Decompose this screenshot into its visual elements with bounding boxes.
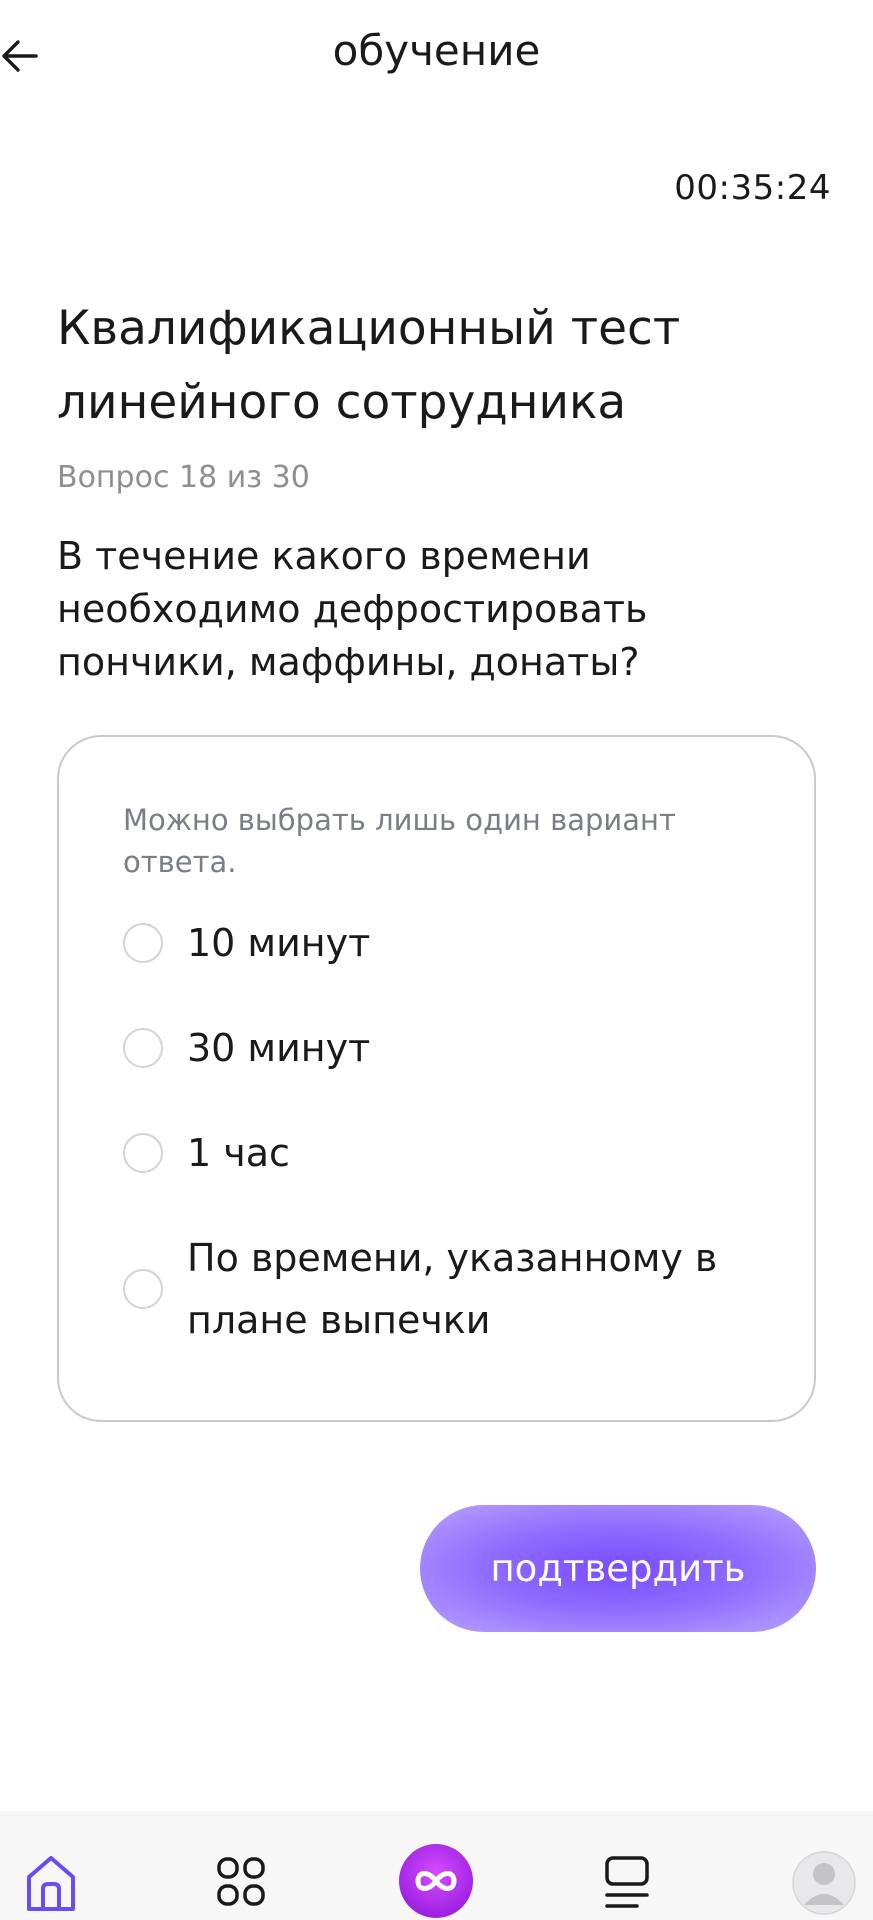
radio-button[interactable]: [123, 1269, 163, 1309]
question-text: В течение какого времени необходимо дефр…: [57, 534, 648, 684]
nav-item-home[interactable]: [24, 1853, 78, 1911]
infinity-logo-icon: [399, 1844, 473, 1918]
list-icon: [605, 1856, 649, 1908]
page-title: обучение: [332, 26, 541, 75]
answer-option[interactable]: 1 час: [123, 1122, 727, 1184]
nav-item-center[interactable]: [398, 1841, 474, 1920]
answer-option[interactable]: 30 минут: [123, 1017, 727, 1079]
radio-button[interactable]: [123, 1133, 163, 1173]
profile-avatar-icon: [792, 1851, 856, 1915]
answer-option[interactable]: По времени, указанному в плане выпечки: [123, 1227, 727, 1351]
radio-button[interactable]: [123, 1028, 163, 1068]
grid-icon: [217, 1857, 265, 1906]
bottom-nav: [0, 1811, 873, 1920]
test-title: Квалификационный тест линейного сотрудни…: [57, 301, 681, 430]
nav-item-profile[interactable]: [792, 1847, 856, 1920]
home-icon: [27, 1856, 75, 1911]
nav-item-list[interactable]: [603, 1853, 651, 1911]
confirm-button[interactable]: подтвердить: [420, 1505, 816, 1632]
answer-option-label: 1 час: [187, 1131, 290, 1175]
answers-hint: Можно выбрать лишь один вариант ответа.: [123, 803, 676, 879]
app-header: обучение: [0, 0, 873, 112]
question-counter: Вопрос 18 из 30: [57, 460, 310, 495]
radio-button[interactable]: [123, 923, 163, 963]
answer-option-label: По времени, указанному в плане выпечки: [187, 1236, 718, 1342]
test-timer: 00:35:24: [674, 168, 831, 208]
answers-card: Можно выбрать лишь один вариант ответа. …: [57, 735, 816, 1422]
nav-item-catalog[interactable]: [216, 1853, 266, 1911]
answer-option-label: 30 минут: [187, 1026, 371, 1070]
answer-option-label: 10 минут: [187, 921, 371, 965]
answer-option[interactable]: 10 минут: [123, 912, 727, 974]
